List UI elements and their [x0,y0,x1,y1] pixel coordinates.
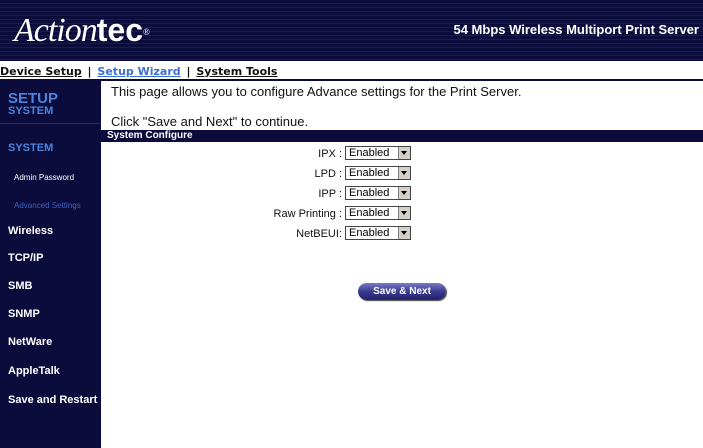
top-navigation: Device Setup | Setup Wizard | System Too… [0,65,703,79]
sidebar-item-appletalk[interactable]: AppleTalk [8,365,60,377]
logo-bold-text: tec [96,12,144,48]
sidebar-item-advanced-settings[interactable]: Advanced Settings [14,201,81,210]
netbeui-select[interactable]: Enabled [345,226,411,240]
form-row-raw-printing: Raw Printing : Enabled [101,206,703,224]
logo-script-text: Action [14,12,98,49]
sidebar-item-save-and-restart[interactable]: Save and Restart [8,394,97,406]
netbeui-value: Enabled [349,227,390,239]
form-row-ipp: IPP : Enabled [101,186,703,204]
lpd-label: LPD : [314,168,342,180]
product-title: 54 Mbps Wireless Multiport Print Server [453,22,699,37]
ipp-select[interactable]: Enabled [345,186,411,200]
form-row-lpd: LPD : Enabled [101,166,703,184]
chevron-down-icon[interactable] [398,227,410,239]
form-row-netbeui: NetBEUI: Enabled [101,226,703,244]
nav-divider [0,79,703,81]
nav-separator: | [186,65,191,78]
section-title: System Configure [107,130,193,141]
section-header: System Configure [101,130,703,142]
ipp-value: Enabled [349,187,390,199]
sidebar-item-admin-password[interactable]: Admin Password [14,173,74,182]
ipx-label: IPX : [318,148,342,160]
sidebar-item-snmp[interactable]: SNMP [8,308,40,320]
ipx-select[interactable]: Enabled [345,146,411,160]
chevron-down-icon[interactable] [398,147,410,159]
sidebar-item-smb[interactable]: SMB [8,280,32,292]
sidebar-divider [0,123,101,124]
sidebar-item-tcpip[interactable]: TCP/IP [8,252,43,264]
sidebar: SETUP SYSTEM SYSTEM Admin Password Advan… [0,81,101,448]
save-and-next-button[interactable]: Save & Next [358,283,446,300]
nav-setup-wizard[interactable]: Setup Wizard [97,65,180,78]
raw-printing-select[interactable]: Enabled [345,206,411,220]
nav-separator: | [87,65,92,78]
raw-printing-label: Raw Printing : [273,208,342,220]
nav-device-setup[interactable]: Device Setup [0,65,82,78]
chevron-down-icon[interactable] [398,187,410,199]
sidebar-subheading: SYSTEM [8,105,54,117]
raw-printing-value: Enabled [349,207,390,219]
sidebar-item-wireless[interactable]: Wireless [8,225,53,237]
chevron-down-icon[interactable] [398,167,410,179]
nav-system-tools[interactable]: System Tools [196,65,277,78]
logo-registered-mark: ® [143,27,150,37]
form-row-ipx: IPX : Enabled [101,146,703,164]
sidebar-item-system[interactable]: SYSTEM [8,142,53,154]
chevron-down-icon[interactable] [398,207,410,219]
lpd-value: Enabled [349,167,390,179]
netbeui-label: NetBEUI: [296,228,342,240]
header-banner: Actiontec® 54 Mbps Wireless Multiport Pr… [0,0,703,61]
lpd-select[interactable]: Enabled [345,166,411,180]
actiontec-logo: Actiontec® [14,12,150,49]
ipx-value: Enabled [349,147,390,159]
sidebar-item-netware[interactable]: NetWare [8,336,52,348]
ipp-label: IPP : [318,188,342,200]
intro-text: This page allows you to configure Advanc… [111,84,522,99]
instruction-text: Click "Save and Next" to continue. [111,114,309,129]
